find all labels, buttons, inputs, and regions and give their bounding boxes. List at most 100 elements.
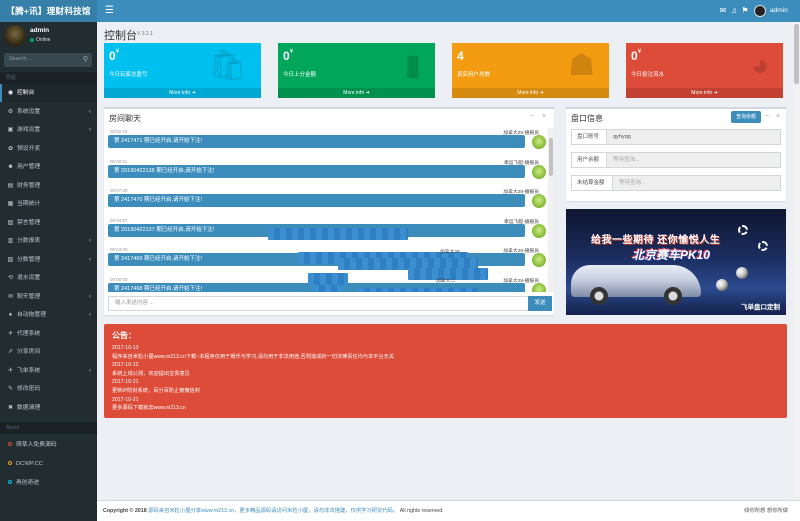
sidebar-item-label: 禁言管理 [17,219,41,226]
chevron-left-icon: ‹ [89,127,91,133]
mute-icon: ▨ [7,219,14,226]
field-label: 用户余额 [571,152,607,168]
chevron-left-icon: ‹ [89,238,91,244]
close-icon[interactable]: × [776,113,780,120]
sidebar-item-9[interactable]: ▧ 分数管理 ‹ [0,251,97,269]
field-value[interactable]: qyhyqq [606,129,781,145]
sidebar-item-label: 分数报表 [17,238,41,244]
sidebar-item-4[interactable]: ☻ 用户管理 [0,158,97,176]
sidebar-item-0[interactable]: ◉ 控制台 [0,84,97,102]
more-info-link[interactable]: More info ➜ [452,88,609,98]
sidebar-item-12[interactable]: ♠ 自动拖管理 ‹ [0,306,97,324]
sidebar-item-10[interactable]: ⟲ 退水设置 [0,269,97,287]
gears-icon: ⚙ [7,108,14,115]
chat-message: 00:02:18 加拿大28-播报员第 2417471 期已经开启,请开始下注! [108,128,551,158]
account-field-row: 用户余额 等待查询... [571,152,781,168]
more-info-link[interactable]: More info ➜ [278,88,435,98]
account-field-row: 盘口账号 qyhyqq [571,129,781,145]
stat-value: 0¥ [283,49,293,63]
search-icon[interactable]: ⚲ [83,55,88,63]
more-info-link[interactable]: More info ➜ [104,88,261,98]
stat-label: 真实用户总数 [457,72,491,78]
sidebar-item-8[interactable]: ▥ 分数报表 ‹ [0,232,97,250]
field-value[interactable]: 等待查询... [606,152,781,168]
notice-line: 更多源码下载就去www.m213.cn [112,405,186,412]
sidebar-item-label: 修改密码 [17,386,41,392]
footer-link[interactable]: 源码来自米粒小屋分享www.m213.cn，更多精品源码请访问米粒小屋，请勿非法… [148,508,398,514]
redacted-block [308,273,348,285]
footer: Copyright © 2018 源码来自米粒小屋分享www.m213.cn，更… [97,500,800,521]
sidebar-item-1[interactable]: ⚙ 系统设置 ‹ [0,103,97,121]
chevron-left-icon: ‹ [89,108,91,115]
header-username[interactable]: admin [770,5,788,17]
sidebar-item-3[interactable]: ✿ 预设开奖 [0,140,97,158]
sidebar-nav-header: 导航 [0,72,97,84]
avatar [532,194,546,208]
sidebar-item-16[interactable]: ✎ 修改密码 [0,380,97,398]
stat-value: 0¥ [109,49,119,63]
send-button[interactable]: 发送 [528,296,552,311]
sidebar-link-2[interactable]: 再创奇迹 [0,474,97,492]
sidebar-item-label: 用户管理 [17,164,41,170]
close-icon[interactable]: × [542,113,546,120]
sidebar-toggle-icon[interactable]: ☰ [105,5,114,17]
dashboard-icon: ◉ [7,90,14,96]
sidebar-item-label: 预设开奖 [17,145,41,152]
avatar [532,282,546,292]
sidebar-item-5[interactable]: ▤ 财务管理 [0,177,97,195]
online-label: Online [36,37,51,43]
field-value[interactable]: 等待查询... [612,175,781,191]
account-title: 盘口信息 [571,114,603,123]
chat-messages[interactable]: 00:02:18 加拿大28-播报员第 2417471 期已经开启,请开始下注! 0… [108,128,551,292]
user-add-icon: ☗ [568,49,595,82]
sidebar-link-0[interactable]: 萌草人免费源码 [0,436,97,454]
minimize-icon[interactable]: − [765,113,769,120]
sidebar-item-13[interactable]: ✈ 代理系统 [0,325,97,343]
trash-icon: ✖ [7,404,14,411]
notice-title: 公告： [112,331,136,340]
query-balance-button[interactable]: 查询余额 [731,111,761,123]
refund-icon: ⟲ [7,275,14,281]
sidebar-item-6[interactable]: ▦ 当期统计 [0,195,97,213]
page-scrollbar-thumb[interactable] [794,24,799,84]
pie-chart-icon: ◕ [750,49,769,82]
users-icon: ☻ [7,164,14,170]
sidebar-item-7[interactable]: ▨ 禁言管理 [0,214,97,232]
top-navbar: ☰ ✉ ♫ ⚑ admin [97,0,800,22]
chat-scrollbar-thumb[interactable] [549,138,553,176]
page-scrollbar[interactable] [793,22,800,500]
chat-input[interactable]: 输入发送内容 ... [108,296,529,311]
sidebar-item-17[interactable]: ✖ 数据清理 [0,399,97,417]
sidebar-link-label: DCWP.CC [16,461,43,467]
sidebar-item-label: 当期统计 [17,201,41,207]
arrow-circle-right-icon: ➜ [712,90,718,96]
stat-number: 0 [109,49,116,63]
header-avatar[interactable] [754,5,766,17]
arrow-circle-right-icon: ➜ [538,90,544,96]
more-info-label: More info [343,90,365,96]
more-info-label: More info [517,90,539,96]
sidebar-search[interactable]: Search... ⚲ [4,53,92,67]
wheel-icon [590,287,608,305]
account-panel: 盘口信息 查询余额 − × 盘口账号 qyhyqq 用户余额 等待查询... 未结算金额… [566,107,786,201]
page-version: V 3.2.1 [137,31,153,37]
chat-scrollbar[interactable] [548,128,554,292]
message-time: 00:00:11 [110,158,128,164]
search-input[interactable]: Search... [9,56,31,62]
more-info-link[interactable]: More info ➜ [626,88,783,98]
app-logo[interactable]: 【腾+讯】理财科技馆 [0,0,97,22]
message-bubble: 第 2417471 期已经开启,请开始下注! [108,135,525,148]
notice-panel: 公告： 2017-10-13 程序来自米粒小屋www.m213.cn下载~本程序仅… [104,324,787,418]
sidebar-link-1[interactable]: DCWP.CC [0,455,97,473]
minimize-icon[interactable]: − [530,113,534,120]
sidebar-item-2[interactable]: ▣ 游戏设置 ‹ [0,121,97,139]
redacted-sender: 加拿大二 [436,279,456,284]
sidebar-item-11[interactable]: ✉ 聊天管理 ‹ [0,288,97,306]
sidebar-item-14[interactable]: ⇗ 分享房间 [0,343,97,361]
promo-banner[interactable]: 给我一些期待 还你愉悦人生 北京赛车PK10 飞单盘口定制 [566,209,786,315]
sidebar-item-15[interactable]: ✈ 飞单系统 ‹ [0,362,97,380]
more-info-label: More info [691,90,713,96]
stat-unit: ¥ [115,49,120,55]
chevron-left-icon: ‹ [89,256,91,263]
flag-icon[interactable]: ⚑ [739,5,751,17]
